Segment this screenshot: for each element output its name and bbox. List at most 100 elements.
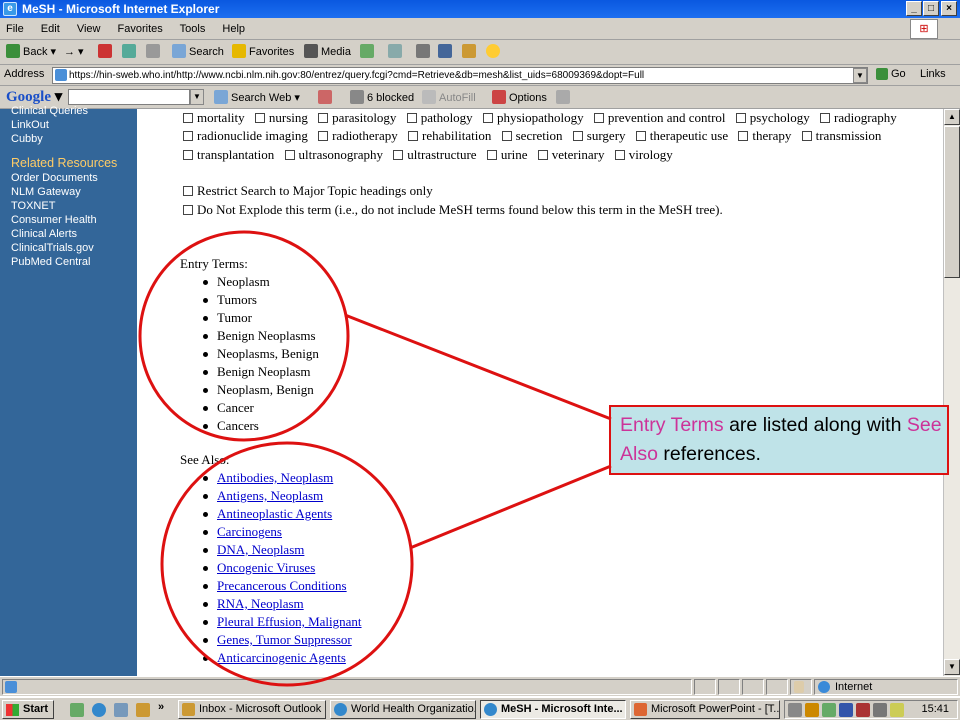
popup-blocker-button[interactable]: 6 blocked — [350, 90, 414, 107]
speaker-icon[interactable] — [788, 703, 802, 717]
checkbox[interactable] — [635, 131, 646, 141]
checkbox[interactable] — [593, 113, 604, 123]
edit-button[interactable] — [438, 44, 455, 61]
mail-button[interactable] — [388, 44, 405, 61]
google-logo[interactable]: Google ▾ — [6, 89, 62, 105]
sidebar-item-nlm-gateway[interactable]: NLM Gateway — [11, 185, 137, 199]
menu-help[interactable]: Help — [222, 23, 245, 35]
sidebar-item-linkout[interactable]: LinkOut — [11, 118, 137, 132]
see-also-link[interactable]: Precancerous Conditions — [217, 578, 347, 593]
checkbox[interactable] — [284, 150, 295, 160]
address-dropdown-button[interactable]: ▼ — [853, 68, 867, 83]
checkbox[interactable] — [614, 150, 625, 160]
clock[interactable]: 15:41 — [921, 703, 949, 715]
home-button[interactable] — [146, 44, 163, 61]
task-who[interactable]: World Health Organizatio... — [330, 700, 476, 719]
see-also-link[interactable]: Oncogenic Viruses — [217, 560, 315, 575]
no-explode-checkbox[interactable] — [183, 205, 193, 215]
task-powerpoint[interactable]: Microsoft PowerPoint - [T... — [630, 700, 780, 719]
outlook-quicklaunch-icon[interactable] — [114, 703, 128, 717]
autofill-button[interactable]: AutoFill — [422, 90, 476, 107]
media-button[interactable]: Media — [304, 44, 351, 61]
close-button[interactable]: × — [941, 1, 957, 16]
network-icon[interactable] — [822, 703, 836, 717]
sidebar-item-toxnet[interactable]: TOXNET — [11, 199, 137, 213]
checkbox[interactable] — [486, 150, 497, 160]
see-also-link[interactable]: Anticarcinogenic Agents — [217, 650, 346, 665]
highlight-button[interactable] — [556, 90, 573, 107]
ie-quicklaunch-icon[interactable] — [92, 703, 106, 717]
menu-favorites[interactable]: Favorites — [118, 23, 163, 35]
checkbox[interactable] — [393, 150, 404, 160]
antivirus-shield-icon[interactable] — [839, 703, 853, 717]
restrict-checkbox[interactable] — [183, 186, 193, 196]
start-button[interactable]: Start — [2, 700, 54, 719]
sidebar-item-pubmed-central[interactable]: PubMed Central — [11, 255, 137, 269]
checkbox[interactable] — [318, 131, 329, 141]
google-search-input[interactable] — [68, 89, 190, 105]
see-also-link[interactable]: Antibodies, Neoplasm — [217, 470, 333, 485]
go-button[interactable]: Go — [876, 68, 906, 80]
see-also-link[interactable]: Pleural Effusion, Malignant — [217, 614, 362, 629]
scroll-down-button[interactable]: ▼ — [944, 659, 960, 675]
checkbox[interactable] — [183, 131, 193, 141]
sidebar-item-consumer-health[interactable]: Consumer Health — [11, 213, 137, 227]
scroll-up-button[interactable]: ▲ — [944, 109, 960, 125]
menu-tools[interactable]: Tools — [180, 23, 206, 35]
checkbox[interactable] — [254, 113, 265, 123]
checkbox[interactable] — [482, 113, 493, 123]
refresh-button[interactable] — [122, 44, 139, 61]
tray-app-icon[interactable] — [805, 703, 819, 717]
mail-envelope-icon[interactable] — [890, 703, 904, 717]
sidebar-item-clinicaltrials[interactable]: ClinicalTrials.gov — [11, 241, 137, 255]
history-button[interactable] — [360, 44, 377, 61]
see-also-link[interactable]: RNA, Neoplasm — [217, 596, 304, 611]
checkbox[interactable] — [318, 113, 329, 123]
search-button[interactable]: Search — [172, 44, 224, 61]
discuss-button[interactable] — [462, 44, 479, 61]
checkbox[interactable] — [183, 113, 193, 123]
sidebar-item-clinical-queries[interactable]: Clinical Queries — [11, 104, 137, 118]
checkbox[interactable] — [820, 113, 830, 123]
links-button[interactable]: Links — [920, 68, 946, 80]
menu-view[interactable]: View — [77, 23, 101, 35]
show-desktop-icon[interactable] — [70, 703, 84, 717]
checkbox[interactable] — [572, 131, 583, 141]
checkbox[interactable] — [406, 113, 417, 123]
see-also-link[interactable]: Antineoplastic Agents — [217, 506, 332, 521]
task-mesh-active[interactable]: MeSH - Microsoft Inte... — [480, 700, 626, 719]
address-input[interactable]: https://hin-sweb.who.int/http://www.ncbi… — [52, 67, 868, 84]
checkbox[interactable] — [183, 150, 193, 160]
tray-app-icon[interactable] — [873, 703, 887, 717]
sidebar-item-clinical-alerts[interactable]: Clinical Alerts — [11, 227, 137, 241]
messenger-button[interactable] — [486, 44, 503, 61]
stop-button[interactable] — [98, 44, 115, 61]
see-also-link[interactable]: Carcinogens — [217, 524, 282, 539]
menu-edit[interactable]: Edit — [41, 23, 60, 35]
more-quicklaunch-button[interactable]: » — [158, 701, 164, 713]
sidebar-item-order-documents[interactable]: Order Documents — [11, 171, 137, 185]
task-outlook[interactable]: Inbox - Microsoft Outlook — [178, 700, 326, 719]
print-button[interactable] — [416, 44, 433, 61]
checkbox[interactable] — [408, 131, 419, 141]
checkbox[interactable] — [501, 131, 512, 141]
see-also-link[interactable]: Genes, Tumor Suppressor — [217, 632, 352, 647]
see-also-link[interactable]: DNA, Neoplasm — [217, 542, 304, 557]
google-dropdown-button[interactable]: ▼ — [190, 89, 204, 105]
tray-app-icon[interactable] — [856, 703, 870, 717]
checkbox[interactable] — [537, 150, 548, 160]
sidebar-item-cubby[interactable]: Cubby — [11, 132, 137, 146]
app-quicklaunch-icon[interactable] — [136, 703, 150, 717]
see-also-link[interactable]: Antigens, Neoplasm — [217, 488, 323, 503]
search-web-button[interactable]: Search Web ▾ — [214, 90, 300, 107]
menu-file[interactable]: File — [6, 23, 24, 35]
pagerank-button[interactable] — [318, 90, 335, 107]
minimize-button[interactable]: _ — [906, 1, 922, 16]
back-button[interactable]: Back ▾ — [6, 44, 56, 61]
checkbox[interactable] — [801, 131, 812, 141]
forward-button[interactable]: → ▾ — [64, 44, 84, 61]
maximize-button[interactable]: □ — [923, 1, 939, 16]
options-button[interactable]: Options — [492, 90, 547, 107]
favorites-button[interactable]: Favorites — [232, 44, 294, 61]
checkbox[interactable] — [735, 113, 746, 123]
